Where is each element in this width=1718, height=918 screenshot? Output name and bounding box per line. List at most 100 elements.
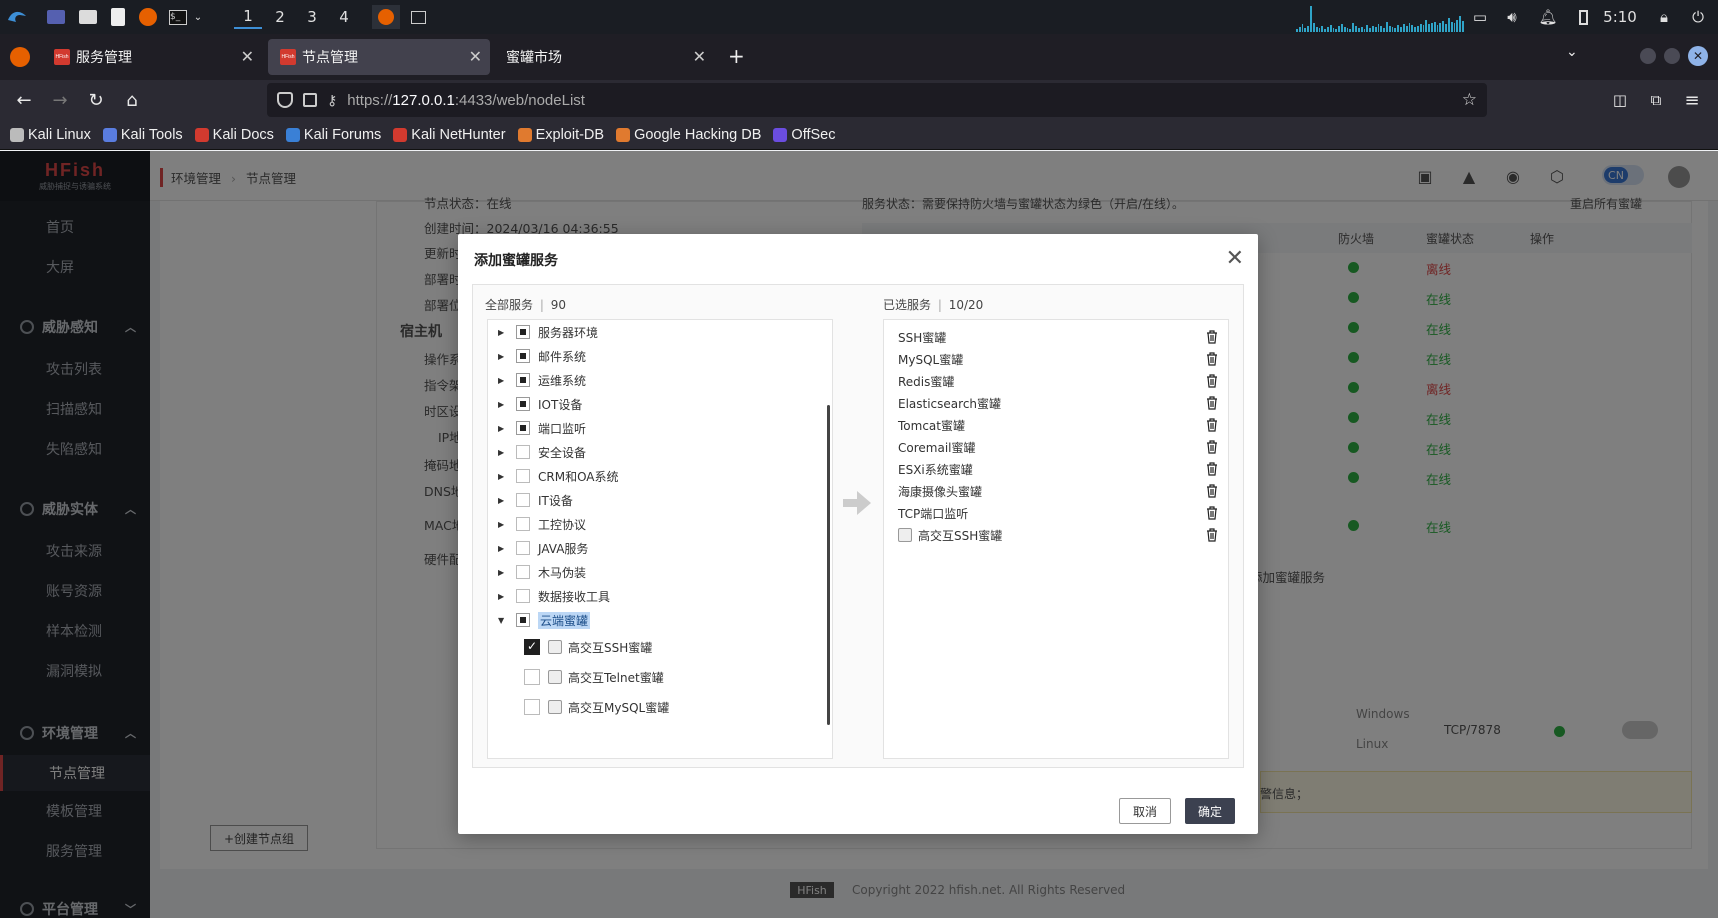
reload-icon[interactable]: ↻ bbox=[84, 88, 108, 112]
bookmark-google-hacking-db[interactable]: Google Hacking DB bbox=[616, 127, 761, 143]
forward-arrow-icon[interactable]: → bbox=[48, 88, 72, 112]
home-icon[interactable]: ⌂ bbox=[120, 88, 144, 112]
menu-hamburger-icon[interactable]: ≡ bbox=[1680, 88, 1704, 112]
confirm-button[interactable]: 确定 bbox=[1185, 798, 1235, 824]
caret-right-icon[interactable]: ▶ bbox=[498, 424, 508, 433]
tree-node[interactable]: ▶ JAVA服务 bbox=[488, 536, 588, 560]
tree-node[interactable]: ▶ 服务器环境 bbox=[488, 320, 598, 344]
shield-icon[interactable] bbox=[277, 92, 293, 108]
firefox-launcher-icon[interactable] bbox=[136, 5, 160, 29]
tree-node[interactable]: ▶ CRM和OA系统 bbox=[488, 464, 619, 488]
firefox-view-icon[interactable] bbox=[10, 47, 30, 67]
caret-right-icon[interactable]: ▶ bbox=[498, 376, 508, 385]
workspace-2[interactable]: 2 bbox=[266, 5, 294, 29]
tree-checkbox[interactable] bbox=[516, 421, 530, 435]
leaf-checkbox[interactable] bbox=[524, 669, 540, 685]
lock-icon[interactable]: 🔒︎ bbox=[1654, 5, 1674, 29]
tree-node[interactable]: ▶ 安全设备 bbox=[488, 440, 586, 464]
url-bar[interactable]: ⚷ https://127.0.0.1:4433/web/nodeList ☆ bbox=[267, 83, 1487, 117]
tree-node[interactable]: ▶ IOT设备 bbox=[488, 392, 582, 416]
leaf-checkbox[interactable]: ✓ bbox=[524, 639, 540, 655]
caret-right-icon[interactable]: ▶ bbox=[498, 568, 508, 577]
tree-node[interactable]: ▶ 工控协议 bbox=[488, 512, 586, 536]
lock-warning-icon[interactable] bbox=[303, 93, 317, 107]
terminal-window-button[interactable] bbox=[406, 5, 430, 29]
close-tab-icon[interactable]: ✕ bbox=[241, 47, 254, 67]
tree-checkbox[interactable] bbox=[516, 349, 530, 363]
desktop-icon[interactable] bbox=[44, 5, 68, 29]
kali-menu-icon[interactable] bbox=[4, 5, 30, 29]
tree-node[interactable]: ▶ IT设备 bbox=[488, 488, 573, 512]
leaf-checkbox[interactable] bbox=[524, 699, 540, 715]
bookmark-kali-tools[interactable]: Kali Tools bbox=[102, 127, 183, 143]
text-editor-icon[interactable] bbox=[106, 5, 130, 29]
tree-leaf[interactable]: 高交互MySQL蜜罐 bbox=[524, 692, 669, 722]
workspace-3[interactable]: 3 bbox=[298, 5, 326, 29]
tree-checkbox[interactable] bbox=[516, 397, 530, 411]
tree-checkbox[interactable] bbox=[516, 469, 530, 483]
bookmark-kali-nethunter[interactable]: Kali NetHunter bbox=[393, 127, 506, 143]
caret-right-icon[interactable]: ▶ bbox=[498, 472, 508, 481]
clock[interactable]: 5:10 bbox=[1600, 5, 1640, 29]
tree-scrollbar[interactable] bbox=[827, 405, 830, 725]
terminal-launcher-icon[interactable]: $_ bbox=[166, 5, 190, 29]
bookmark-kali-docs[interactable]: Kali Docs bbox=[194, 127, 274, 143]
pocket-icon[interactable]: ◫ bbox=[1608, 88, 1632, 112]
cancel-button[interactable]: 取消 bbox=[1119, 798, 1171, 824]
minimize-window-icon[interactable] bbox=[1640, 48, 1656, 64]
new-tab-icon[interactable]: + bbox=[728, 44, 745, 68]
key-icon[interactable]: ⚷ bbox=[327, 92, 337, 109]
notification-bell-icon[interactable]: 🔔︎ bbox=[1538, 5, 1558, 29]
delete-trash-icon[interactable] bbox=[1206, 396, 1218, 410]
tree-leaf[interactable]: ✓ 高交互SSH蜜罐 bbox=[524, 632, 652, 662]
delete-trash-icon[interactable] bbox=[1206, 440, 1218, 454]
bookmark-kali-linux[interactable]: Kali Linux bbox=[10, 127, 91, 143]
delete-trash-icon[interactable] bbox=[1206, 484, 1218, 498]
workspace-1[interactable]: 1 bbox=[234, 5, 262, 29]
tree-checkbox[interactable] bbox=[516, 445, 530, 459]
caret-right-icon[interactable]: ▶ bbox=[498, 352, 508, 361]
tree-checkbox[interactable] bbox=[516, 373, 530, 387]
delete-trash-icon[interactable] bbox=[1206, 418, 1218, 432]
volume-icon[interactable]: 🔊︎ bbox=[1502, 5, 1522, 29]
caret-down-icon[interactable]: ▼ bbox=[498, 616, 508, 625]
tab-service-management[interactable]: HFish 服务管理 ✕ bbox=[42, 39, 262, 75]
caret-right-icon[interactable]: ▶ bbox=[498, 592, 508, 601]
tree-node[interactable]: ▶ 木马伪装 bbox=[488, 560, 586, 584]
tree-checkbox[interactable] bbox=[516, 613, 530, 627]
back-arrow-icon[interactable]: ← bbox=[12, 88, 36, 112]
caret-right-icon[interactable]: ▶ bbox=[498, 544, 508, 553]
close-window-icon[interactable]: ✕ bbox=[1688, 46, 1708, 66]
tree-node[interactable]: ▶ 邮件系统 bbox=[488, 344, 586, 368]
close-tab-icon[interactable]: ✕ bbox=[469, 47, 482, 67]
tree-checkbox[interactable] bbox=[516, 493, 530, 507]
firefox-window-button[interactable] bbox=[372, 5, 400, 29]
tree-node[interactable]: ▶ 端口监听 bbox=[488, 416, 586, 440]
delete-trash-icon[interactable] bbox=[1206, 462, 1218, 476]
bookmark-star-icon[interactable]: ☆ bbox=[1462, 90, 1477, 110]
tree-checkbox[interactable] bbox=[516, 589, 530, 603]
delete-trash-icon[interactable] bbox=[1206, 528, 1218, 542]
transfer-arrow-icon[interactable] bbox=[843, 491, 871, 515]
tree-checkbox[interactable] bbox=[516, 541, 530, 555]
maximize-window-icon[interactable] bbox=[1664, 48, 1680, 64]
caret-right-icon[interactable]: ▶ bbox=[498, 496, 508, 505]
file-manager-icon[interactable] bbox=[76, 5, 100, 29]
list-tabs-chevron-icon[interactable]: ⌄ bbox=[1566, 44, 1578, 60]
delete-trash-icon[interactable] bbox=[1206, 330, 1218, 344]
bookmark-exploit-db[interactable]: Exploit-DB bbox=[517, 127, 604, 143]
chevron-down-icon[interactable]: ⌄ bbox=[190, 5, 206, 29]
extensions-icon[interactable]: ⧉ bbox=[1644, 88, 1668, 112]
bookmark-offsec[interactable]: OffSec bbox=[773, 127, 835, 143]
tree-checkbox[interactable] bbox=[516, 517, 530, 531]
caret-right-icon[interactable]: ▶ bbox=[498, 448, 508, 457]
battery-icon[interactable] bbox=[1574, 5, 1592, 29]
close-tab-icon[interactable]: ✕ bbox=[693, 47, 706, 67]
caret-right-icon[interactable]: ▶ bbox=[498, 520, 508, 529]
bookmark-kali-forums[interactable]: Kali Forums bbox=[285, 127, 381, 143]
display-icon[interactable]: ▭ bbox=[1470, 5, 1490, 29]
tree-node[interactable]: ▶ 运维系统 bbox=[488, 368, 586, 392]
caret-right-icon[interactable]: ▶ bbox=[498, 328, 508, 337]
delete-trash-icon[interactable] bbox=[1206, 506, 1218, 520]
tab-node-management[interactable]: HFish 节点管理 ✕ bbox=[268, 39, 490, 75]
